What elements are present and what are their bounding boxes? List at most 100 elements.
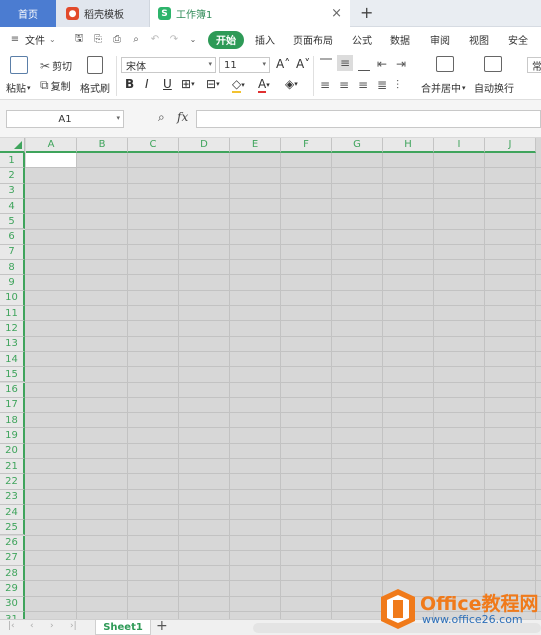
prev-sheet-icon[interactable]: ‹ (30, 621, 34, 631)
decrease-indent-button[interactable]: ⇤ (377, 57, 387, 71)
row-header[interactable]: 31 (0, 612, 25, 619)
cut-button[interactable]: ✂ 剪切 (40, 58, 72, 74)
clear-button[interactable]: ◈ ▾ (285, 77, 298, 91)
redo-button[interactable]: ↷ (167, 27, 181, 52)
column-header[interactable]: C (128, 138, 179, 153)
column-header[interactable]: E (230, 138, 281, 153)
file-menu[interactable]: ≡ 文件 ⌄ (8, 27, 56, 52)
row-header[interactable]: 7 (0, 244, 25, 261)
row-header[interactable]: 4 (0, 198, 25, 215)
close-icon[interactable]: × (331, 6, 342, 21)
italic-button[interactable]: I (145, 77, 149, 91)
tab-review[interactable]: 审阅 (430, 27, 450, 52)
row-header[interactable]: 13 (0, 336, 25, 352)
row-header[interactable]: 1 (0, 153, 25, 169)
active-cell[interactable] (26, 153, 76, 168)
column-header[interactable]: I (434, 138, 485, 153)
zoom-search-icon[interactable]: ⌕ (158, 110, 165, 125)
row-header[interactable]: 10 (0, 290, 25, 306)
number-format-select[interactable]: 常 (527, 57, 541, 73)
undo-button[interactable]: ↶ (148, 27, 162, 52)
add-tab-button[interactable]: + (360, 3, 373, 22)
column-header[interactable]: A (26, 138, 77, 153)
row-header[interactable]: 5 (0, 214, 25, 230)
name-box[interactable]: A1 ▾ (6, 110, 124, 128)
spreadsheet-grid[interactable]: A B C D E F G H I J 1 2 3 4 5 6 7 8 9 10 11 12 13 14 15 16 17 18 19 2… (0, 138, 541, 619)
copy-button[interactable]: ⧉ 复制 (40, 78, 71, 93)
formula-input[interactable] (196, 110, 541, 128)
fill-color-button[interactable]: ◇ ▾ (232, 77, 245, 93)
tab-page-layout[interactable]: 页面布局 (293, 27, 333, 52)
next-sheet-icon[interactable]: › (50, 621, 54, 631)
format-painter-icon-wrap[interactable] (87, 56, 103, 74)
row-header[interactable]: 26 (0, 535, 25, 551)
bold-button[interactable]: B (125, 77, 134, 91)
column-header[interactable]: D (179, 138, 230, 153)
row-header[interactable]: 9 (0, 275, 25, 291)
tab-security[interactable]: 安全 (508, 27, 528, 52)
sheet-tab-sheet1[interactable]: Sheet1 (95, 620, 151, 635)
column-header[interactable]: B (77, 138, 128, 153)
paste-menu[interactable]: 粘贴 ▾ (6, 80, 31, 96)
row-header[interactable]: 19 (0, 428, 25, 444)
row-header[interactable]: 18 (0, 413, 25, 429)
font-color-button[interactable]: A ▾ (258, 77, 270, 93)
row-header[interactable]: 30 (0, 596, 25, 612)
row-header[interactable]: 8 (0, 260, 25, 276)
row-header[interactable]: 22 (0, 474, 25, 490)
merge-icon-wrap[interactable] (436, 56, 454, 72)
column-header[interactable]: G (332, 138, 383, 153)
cell-style-button[interactable]: ⊟ ▾ (206, 77, 220, 91)
row-header[interactable]: 17 (0, 397, 25, 414)
tab-view[interactable]: 视图 (469, 27, 489, 52)
format-painter-button[interactable]: 格式刷 (80, 80, 110, 95)
row-header[interactable]: 12 (0, 321, 25, 337)
merge-center-button[interactable]: 合并居中 ▾ (421, 80, 466, 96)
increase-font-button[interactable]: A˄ (276, 57, 290, 71)
tab-template[interactable]: ● 稻壳模板 (56, 0, 150, 27)
tab-home[interactable]: 首页 (0, 0, 56, 27)
column-header[interactable]: H (383, 138, 434, 153)
font-size-select[interactable]: 11 ▾ (219, 57, 270, 73)
row-header[interactable]: 27 (0, 550, 25, 567)
wrap-text-button[interactable]: 自动换行 (474, 80, 514, 95)
last-sheet-icon[interactable]: ›| (70, 621, 77, 631)
row-header[interactable]: 14 (0, 351, 25, 368)
increase-indent-button[interactable]: ⇥ (396, 57, 406, 71)
row-header[interactable]: 6 (0, 229, 25, 245)
align-middle-button[interactable]: ≡ (337, 55, 353, 71)
align-center-button[interactable]: ≡ (339, 78, 349, 92)
save-button[interactable]: 🖫 (72, 27, 86, 52)
align-right-button[interactable]: ≡ (358, 78, 368, 92)
align-left-button[interactable]: ≡ (320, 78, 330, 92)
justify-button[interactable]: ≣ (377, 78, 387, 92)
wrap-icon-wrap[interactable] (484, 56, 502, 72)
row-header[interactable]: 25 (0, 520, 25, 536)
row-header[interactable]: 2 (0, 168, 25, 184)
align-bottom-button[interactable]: ⎽ (358, 57, 370, 72)
add-sheet-button[interactable]: + (156, 618, 168, 634)
tab-data[interactable]: 数据 (390, 27, 410, 52)
first-sheet-icon[interactable]: |‹ (8, 621, 15, 631)
row-header[interactable]: 20 (0, 443, 25, 459)
select-all-corner[interactable] (0, 138, 25, 153)
undo-history-button[interactable]: ⎘ (91, 27, 105, 52)
font-name-select[interactable]: 宋体 ▾ (121, 57, 216, 73)
tab-workbook[interactable]: S 工作簿1 × (150, 0, 350, 27)
column-header[interactable]: J (485, 138, 536, 153)
row-header[interactable]: 21 (0, 459, 25, 475)
column-header[interactable]: F (281, 138, 332, 153)
row-header[interactable]: 23 (0, 489, 25, 505)
row-header[interactable]: 3 (0, 183, 25, 199)
row-header[interactable]: 11 (0, 306, 25, 322)
paste-button[interactable] (10, 56, 28, 74)
row-header[interactable]: 28 (0, 566, 25, 582)
align-top-button[interactable]: ⎺ (320, 57, 332, 72)
decrease-font-button[interactable]: A˅ (296, 57, 310, 71)
row-header[interactable]: 24 (0, 504, 25, 521)
row-header[interactable]: 16 (0, 382, 25, 398)
tab-insert[interactable]: 插入 (255, 27, 275, 52)
underline-button[interactable]: U (163, 77, 172, 91)
border-button[interactable]: ⊞ ▾ (181, 77, 195, 91)
print-button[interactable]: ⎙ (110, 27, 124, 52)
